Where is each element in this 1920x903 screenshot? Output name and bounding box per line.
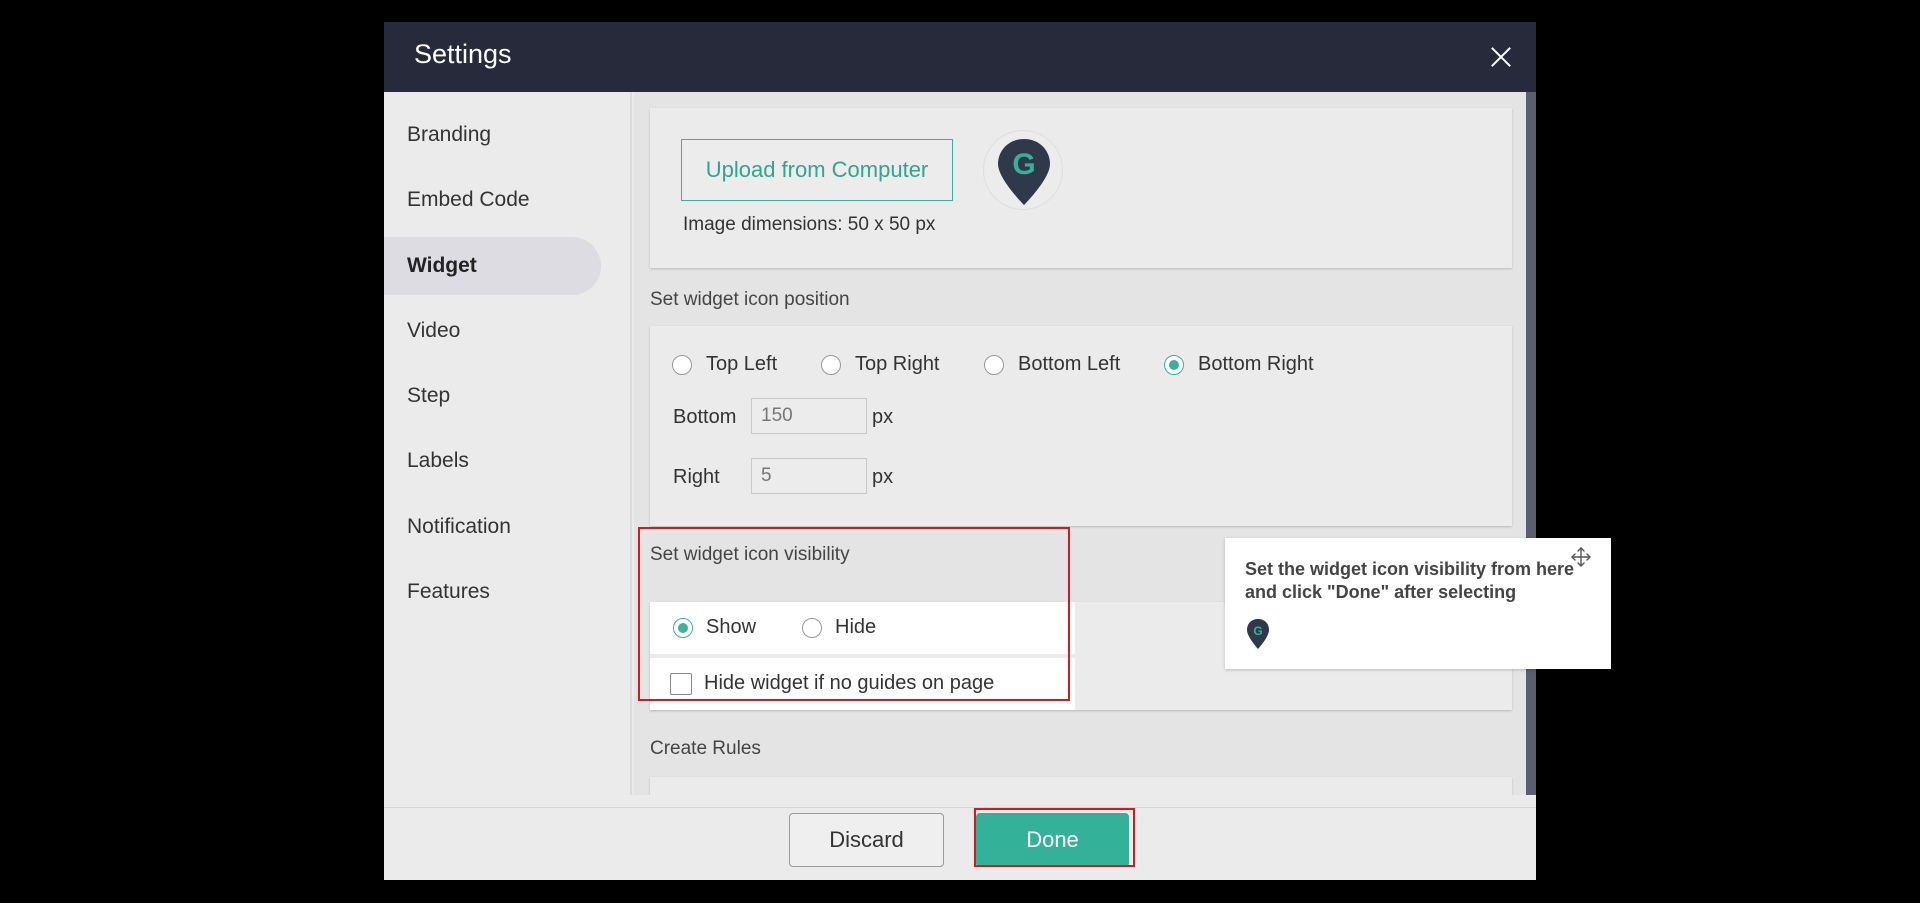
done-highlight-frame xyxy=(974,808,1135,867)
sidebar-item-video[interactable]: Video xyxy=(384,302,601,360)
radio-bottom-right[interactable] xyxy=(1164,355,1184,375)
radio-label-bottom-left: Bottom Left xyxy=(1018,353,1121,375)
radio-label-bottom-right: Bottom Right xyxy=(1198,353,1314,375)
widget-logo-preview: G xyxy=(983,130,1063,210)
create-rules-section-label: Create Rules xyxy=(650,738,761,759)
sidebar-item-embed-code[interactable]: Embed Code xyxy=(384,171,601,229)
sidebar-item-step[interactable]: Step xyxy=(384,367,601,425)
sidebar-item-features[interactable]: Features xyxy=(384,563,601,621)
visibility-highlight-frame xyxy=(638,527,1070,701)
sidebar-item-widget[interactable]: Widget xyxy=(384,237,601,295)
radio-label-top-left: Top Left xyxy=(706,353,778,375)
sidebar-item-notification[interactable]: Notification xyxy=(384,498,601,556)
settings-sidebar: Branding Embed Code Widget Video Step La… xyxy=(384,92,632,795)
bottom-offset-label: Bottom xyxy=(673,406,737,428)
image-dimensions-text: Image dimensions: 50 x 50 px xyxy=(683,214,936,235)
map-pin-g-logo-icon: G xyxy=(998,139,1050,205)
widget-icon-upload-card: Upload from Computer G Image dimensions:… xyxy=(650,108,1512,268)
radio-top-right[interactable] xyxy=(821,355,841,375)
modal-header: Settings xyxy=(384,22,1536,92)
settings-modal: Settings Branding Embed Code Widget Vide… xyxy=(384,22,1536,880)
radio-bottom-left[interactable] xyxy=(984,355,1004,375)
guide-tooltip: Set the widget icon visibility from here… xyxy=(1225,538,1611,669)
close-icon[interactable] xyxy=(1484,40,1518,74)
radio-label-top-right: Top Right xyxy=(855,353,940,375)
bottom-offset-unit: px xyxy=(872,406,894,428)
widget-position-card: Top Left Top Right Bottom Left Bottom Ri… xyxy=(650,326,1512,526)
create-rules-card xyxy=(650,777,1512,795)
discard-button[interactable]: Discard xyxy=(789,813,944,867)
radio-top-left[interactable] xyxy=(672,355,692,375)
upload-from-computer-button[interactable]: Upload from Computer xyxy=(681,139,953,201)
svg-text:G: G xyxy=(1012,148,1035,181)
modal-footer: Discard Done xyxy=(384,807,1536,880)
right-offset-unit: px xyxy=(872,466,894,488)
modal-title: Settings xyxy=(414,39,512,69)
right-offset-label: Right xyxy=(673,466,720,488)
right-offset-input[interactable]: 5 xyxy=(751,458,867,494)
tooltip-text: Set the widget icon visibility from here… xyxy=(1245,559,1575,602)
sidebar-item-branding[interactable]: Branding xyxy=(384,106,601,164)
position-section-label: Set widget icon position xyxy=(650,289,850,310)
content-scrollbar[interactable] xyxy=(1526,92,1536,795)
bottom-offset-input[interactable]: 150 xyxy=(751,398,867,434)
svg-text:G: G xyxy=(1253,624,1262,638)
map-pin-g-logo-icon: G xyxy=(1247,619,1269,649)
sidebar-item-labels[interactable]: Labels xyxy=(384,432,601,490)
move-icon[interactable] xyxy=(1570,546,1592,568)
